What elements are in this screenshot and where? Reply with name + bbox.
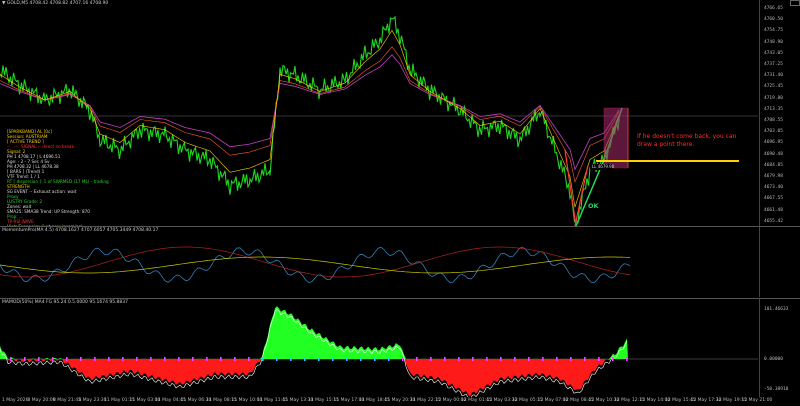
time-axis-label: 1 May 2026: [2, 398, 29, 403]
osc-marker: [164, 357, 166, 361]
osc-marker: [388, 357, 390, 361]
price-scale-label: 4708.55: [764, 118, 783, 123]
time-axis-label: 8 May 20:00: [27, 398, 56, 403]
osc-marker: [66, 357, 68, 361]
osc-marker: [94, 357, 96, 361]
price-scale[interactable]: 4766.65 4760.50 4754.75 4748.90 4743.05 4737.…: [759, 0, 800, 226]
osc-marker: [612, 357, 614, 361]
osc-marker: [514, 357, 516, 361]
osc-scale-label: 0.00000: [764, 357, 783, 362]
oscillator-canvas[interactable]: [0, 299, 758, 397]
price-scale-label: 4690.48: [764, 151, 783, 157]
macd-header: MomentumPro(MA 4.5) 4708.1627 4707.6057 …: [2, 228, 159, 233]
macd-canvas[interactable]: [0, 227, 758, 297]
osc-marker: [52, 357, 54, 361]
price-scale-label: 4760.50: [764, 17, 783, 23]
osc-marker: [24, 357, 26, 361]
window-corner-icon[interactable]: [790, 0, 800, 6]
time-axis-label: 8 May 23:30: [78, 398, 107, 403]
osc-marker: [108, 357, 110, 361]
osc-marker: [10, 357, 12, 361]
osc-marker: [206, 357, 208, 361]
time-axis-label: 12 May 21:00: [741, 398, 773, 403]
oscillator-pane[interactable]: MAMOD(50%) MA4 FG 95.24 0.5.0000 95.1674…: [0, 299, 758, 397]
drawn-zone-rect: [603, 107, 629, 169]
osc-marker: [332, 357, 334, 361]
macd-red-line: [0, 246, 631, 278]
price-scale-label: 4737.25: [764, 62, 783, 67]
price-scale-label: 4743.05: [764, 50, 783, 56]
osc-marker: [584, 357, 586, 361]
macd-line: [0, 246, 631, 284]
macd-pane[interactable]: MomentumPro(MA 4.5) 4708.1627 4707.6057 …: [0, 227, 758, 297]
osc-marker: [150, 357, 152, 361]
osc-marker: [444, 357, 446, 361]
osc-marker: [486, 357, 488, 361]
macd-signal-line: [0, 256, 631, 274]
price-scale-label: 4754.75: [764, 28, 783, 34]
osc-marker: [500, 357, 502, 361]
price-scale-label: 4713.35: [764, 106, 783, 112]
price-scale-label: 4725.45: [764, 84, 783, 90]
price-scale-label: 4703.05: [764, 129, 783, 135]
osc-scale-label: 101.46633: [764, 307, 789, 312]
price-scale-label: 4679.98: [764, 174, 783, 179]
price-scale-label: 4719.80: [764, 95, 783, 101]
price-scale-label: 4655.42: [764, 218, 783, 224]
osc-marker: [542, 357, 544, 361]
osc-marker: [346, 357, 348, 361]
osc-marker: [598, 357, 600, 361]
chart-annotation-text: If he doesn't come back, you can draw a …: [637, 133, 737, 148]
osc-marker: [556, 357, 558, 361]
price-scale-label: 4684.85: [764, 162, 783, 168]
osc-marker: [248, 357, 250, 361]
oscillator-scale: 101.46633 0.00000 -50.38910: [759, 299, 800, 397]
ok-label: OK: [588, 202, 599, 210]
osc-marker: [626, 357, 628, 361]
price-scale-label: 4748.90: [764, 39, 783, 45]
osc-marker: [276, 357, 278, 361]
osc-marker: [262, 357, 264, 361]
time-axis[interactable]: 1 May 2026 8 May 20:00 8 May 21:45 8 May 23…: [0, 398, 772, 406]
osc-marker: [360, 357, 362, 361]
main-chart-header: ▼ GOLD,M5 4708.42 4708.82 4707.16 4708.9…: [2, 1, 109, 6]
price-scale-label: 4667.55: [764, 196, 783, 202]
osc-marker: [416, 357, 418, 361]
oscillator-header: MAMOD(50%) MA4 FG 95.24 0.5.0000 95.1674…: [2, 300, 128, 305]
osc-scale-label: -50.38910: [764, 387, 789, 392]
osc-marker: [304, 357, 306, 361]
osc-marker: [38, 357, 40, 361]
oscillator-positive-area: [0, 306, 628, 359]
price-scale-label: 4766.65: [764, 6, 783, 11]
osc-marker: [192, 357, 194, 361]
macd-scale: [759, 227, 800, 297]
osc-marker: [80, 357, 82, 361]
osc-marker: [178, 357, 180, 361]
osc-marker: [318, 357, 320, 361]
osc-marker: [220, 357, 222, 361]
level-label: LL 4679.90: [592, 164, 615, 169]
drawn-red-line-2: [574, 164, 589, 226]
osc-marker: [290, 357, 292, 361]
osc-marker: [374, 357, 376, 361]
osc-marker: [570, 357, 572, 361]
info-panel: [SPARKBAND] AL [0c] Session: AUSTRIAM[ AC…: [7, 129, 117, 226]
price-scale-label: 4661.48: [764, 207, 783, 213]
osc-marker: [458, 357, 460, 361]
osc-marker: [528, 357, 530, 361]
time-axis-label: 8 May 21:45: [53, 398, 81, 403]
osc-marker: [122, 357, 124, 361]
main-chart-pane[interactable]: ▼ GOLD,M5 4708.42 4708.82 4707.16 4708.9…: [0, 0, 758, 226]
osc-marker: [430, 357, 432, 361]
price-scale-label: 4696.95: [764, 140, 783, 146]
osc-marker: [472, 357, 474, 361]
osc-marker: [402, 357, 404, 361]
price-scale-label: 4673.40: [764, 185, 783, 191]
osc-marker: [136, 357, 138, 361]
price-scale-label: 4731.40: [764, 73, 783, 79]
osc-marker: [234, 357, 236, 361]
